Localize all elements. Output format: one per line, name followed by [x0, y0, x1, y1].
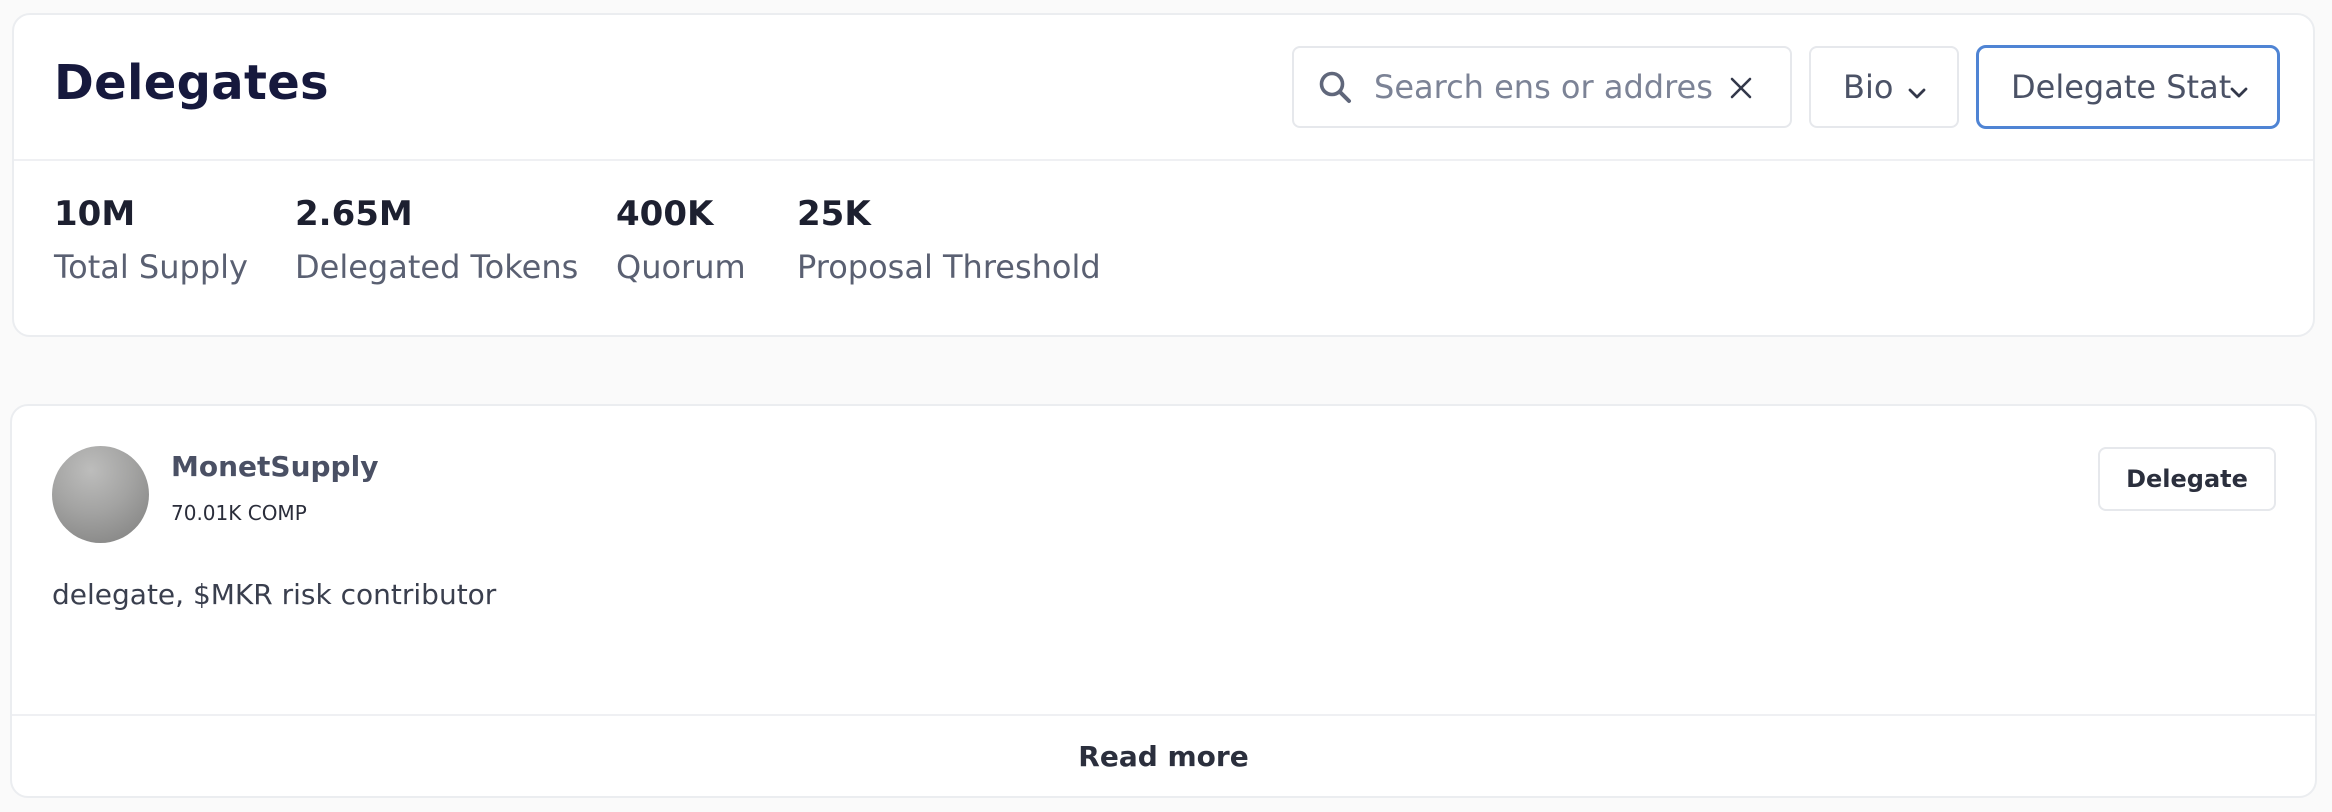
stat-label: Quorum — [616, 248, 746, 286]
search-icon — [1314, 66, 1356, 108]
stat-value: 2.65M — [295, 194, 413, 234]
delegate-status-filter-label: Delegate Stat — [2011, 68, 2232, 106]
bio-filter-select[interactable]: Bio — [1809, 46, 1959, 128]
chevron-down-icon — [2227, 75, 2251, 99]
delegate-voting-power: 70.01K COMP — [171, 501, 307, 525]
read-more-button[interactable]: Read more — [12, 714, 2315, 796]
delegate-card: MonetSupply 70.01K COMP Delegate delegat… — [10, 404, 2317, 798]
stat-quorum: 400K Quorum — [616, 197, 746, 283]
delegate-status-filter-select[interactable]: Delegate Stat — [1976, 45, 2280, 129]
page-title: Delegates — [54, 55, 329, 111]
stat-label: Total Supply — [54, 248, 248, 286]
stat-value: 25K — [797, 194, 871, 234]
delegate-button[interactable]: Delegate — [2098, 447, 2276, 511]
read-more-label: Read more — [1078, 739, 1249, 773]
search-box[interactable] — [1292, 46, 1792, 128]
delegate-bio: delegate, $MKR risk contributor — [52, 578, 497, 611]
close-icon[interactable] — [1728, 75, 1754, 101]
stat-proposal-threshold: 25K Proposal Threshold — [797, 197, 1101, 283]
stat-value: 400K — [616, 194, 714, 234]
stat-delegated-tokens: 2.65M Delegated Tokens — [295, 197, 578, 283]
avatar — [52, 446, 149, 543]
chevron-down-icon — [1905, 76, 1929, 100]
header-top-bar: Delegates Bio — [14, 15, 2313, 161]
search-input[interactable] — [1374, 68, 1714, 106]
stat-label: Delegated Tokens — [295, 248, 579, 286]
stat-value: 10M — [54, 194, 136, 234]
bio-filter-label: Bio — [1843, 68, 1894, 106]
delegate-name[interactable]: MonetSupply — [171, 450, 378, 483]
stats-row: 10M Total Supply 2.65M Delegated Tokens … — [14, 161, 2313, 337]
stat-label: Proposal Threshold — [797, 248, 1101, 286]
stat-total-supply: 10M Total Supply — [54, 197, 248, 283]
delegates-header-card: Delegates Bio — [12, 13, 2315, 337]
